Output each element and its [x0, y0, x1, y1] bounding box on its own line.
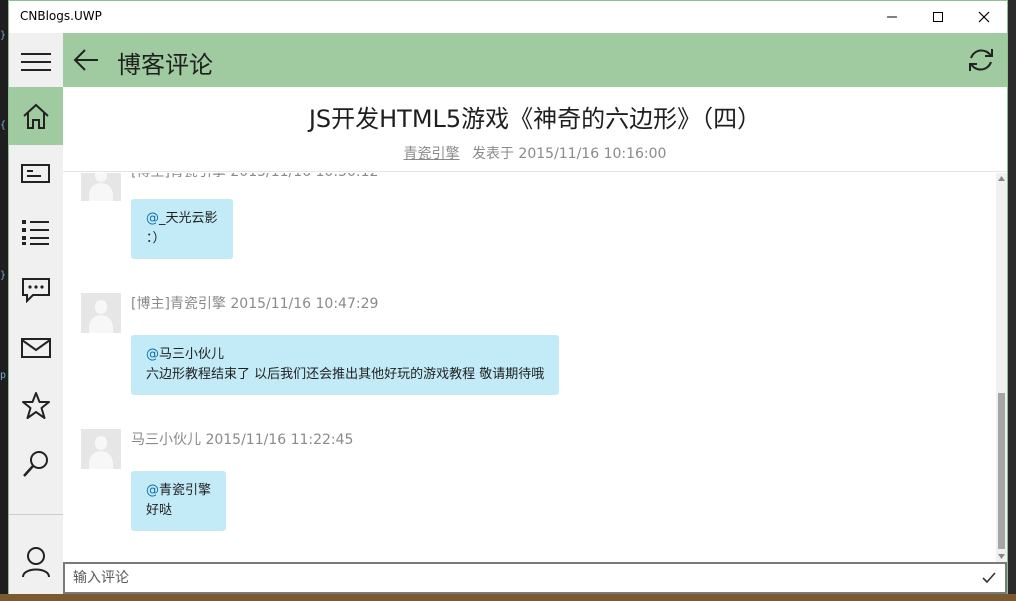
sidebar-item-news[interactable]: [9, 145, 63, 203]
sidebar: [9, 33, 63, 594]
sidebar-item-home[interactable]: [9, 87, 63, 145]
maximize-button[interactable]: [915, 1, 961, 33]
checkmark-icon: [982, 572, 996, 584]
news-icon: [21, 164, 50, 183]
refresh-icon: [969, 49, 993, 71]
close-button[interactable]: [961, 1, 1007, 33]
minimize-icon: [887, 16, 897, 18]
article-header: JS开发HTML5游戏《神奇的六边形》（四） 青瓷引擎 发表于 2015/11/…: [63, 87, 1007, 172]
sidebar-item-comments[interactable]: [9, 261, 63, 319]
comment-bubble: @_天光云影 ：）: [131, 199, 233, 259]
comment-mention: @青瓷引擎: [146, 483, 212, 498]
window-title: CNBlogs.UWP: [20, 9, 102, 23]
avatar: [81, 429, 121, 469]
background-code-editor-edge: } { } p: [0, 0, 8, 601]
sidebar-item-mail[interactable]: [9, 319, 63, 377]
comment-input-bar: [63, 562, 1007, 594]
list-icon: [22, 220, 49, 245]
scroll-up-arrow[interactable]: [996, 173, 1007, 184]
comment-scrollbar[interactable]: [996, 173, 1007, 562]
article-meta: 青瓷引擎 发表于 2015/11/16 10:16:00: [63, 143, 1007, 163]
caret-up-icon: [998, 176, 1005, 181]
background-edge-right: [1008, 0, 1016, 594]
comment-meta: [博主]青瓷引擎 2015/11/16 10:47:29: [131, 296, 379, 312]
comment-icon: [22, 278, 50, 303]
page-header: 博客评论: [63, 33, 1007, 87]
arrow-left-icon: [73, 49, 98, 71]
user-icon: [22, 547, 50, 578]
sidebar-divider: [9, 514, 63, 515]
comment-text: 六边形教程结束了 以后我们还会推出其他好玩的游戏教程 敬请期待哦: [146, 367, 545, 382]
background-taskbar-edge: [0, 594, 1016, 601]
article-published: 发表于 2015/11/16 10:16:00: [471, 146, 667, 162]
app-window: CNBlogs.UWP 博客评论 JS开发HTML5游戏《神奇的六边形》（四） …: [8, 0, 1008, 594]
close-icon: [978, 11, 990, 23]
sidebar-item-list[interactable]: [9, 203, 63, 261]
sidebar-item-favorites[interactable]: [9, 377, 63, 435]
scrollbar-thumb[interactable]: [998, 393, 1005, 549]
mail-icon: [21, 338, 51, 358]
refresh-button[interactable]: [955, 33, 1007, 87]
title-bar: CNBlogs.UWP: [9, 1, 1007, 33]
caret-down-icon: [998, 554, 1005, 559]
comment-mention: @_天光云影: [146, 211, 218, 226]
avatar: [81, 173, 121, 201]
comment-bubble: @马三小伙儿 六边形教程结束了 以后我们还会推出其他好玩的游戏教程 敬请期待哦: [131, 335, 560, 395]
minimize-button[interactable]: [869, 1, 915, 33]
article-author-link[interactable]: 青瓷引擎: [404, 146, 460, 162]
star-icon: [22, 392, 50, 419]
submit-comment-button[interactable]: [977, 567, 1001, 589]
home-icon: [23, 103, 49, 129]
hamburger-menu-button[interactable]: [9, 33, 63, 91]
comment-mention: @马三小伙儿: [146, 347, 225, 362]
comment-list: [博主]青瓷引擎 2015/11/16 10:30:12 @_天光云影 ：） […: [63, 173, 1007, 562]
scroll-down-arrow[interactable]: [996, 551, 1007, 562]
avatar: [81, 293, 121, 333]
sidebar-item-account[interactable]: [9, 533, 63, 591]
page-title: 博客评论: [117, 51, 213, 79]
comment-meta: 马三小伙儿 2015/11/16 11:22:45: [131, 432, 354, 448]
article-title: JS开发HTML5游戏《神奇的六边形》（四）: [308, 105, 762, 133]
comment-bubble: @青瓷引擎 好哒: [131, 471, 227, 531]
comment-meta: [博主]青瓷引擎 2015/11/16 10:30:12: [131, 173, 378, 181]
comment-text: 好哒: [146, 503, 173, 518]
maximize-icon: [933, 12, 943, 22]
sidebar-item-search[interactable]: [9, 435, 63, 493]
comment-input[interactable]: [73, 568, 973, 588]
search-icon: [23, 451, 48, 477]
back-button[interactable]: [63, 33, 109, 87]
menu-icon: [21, 53, 51, 71]
comment-text: ：）: [146, 231, 166, 246]
